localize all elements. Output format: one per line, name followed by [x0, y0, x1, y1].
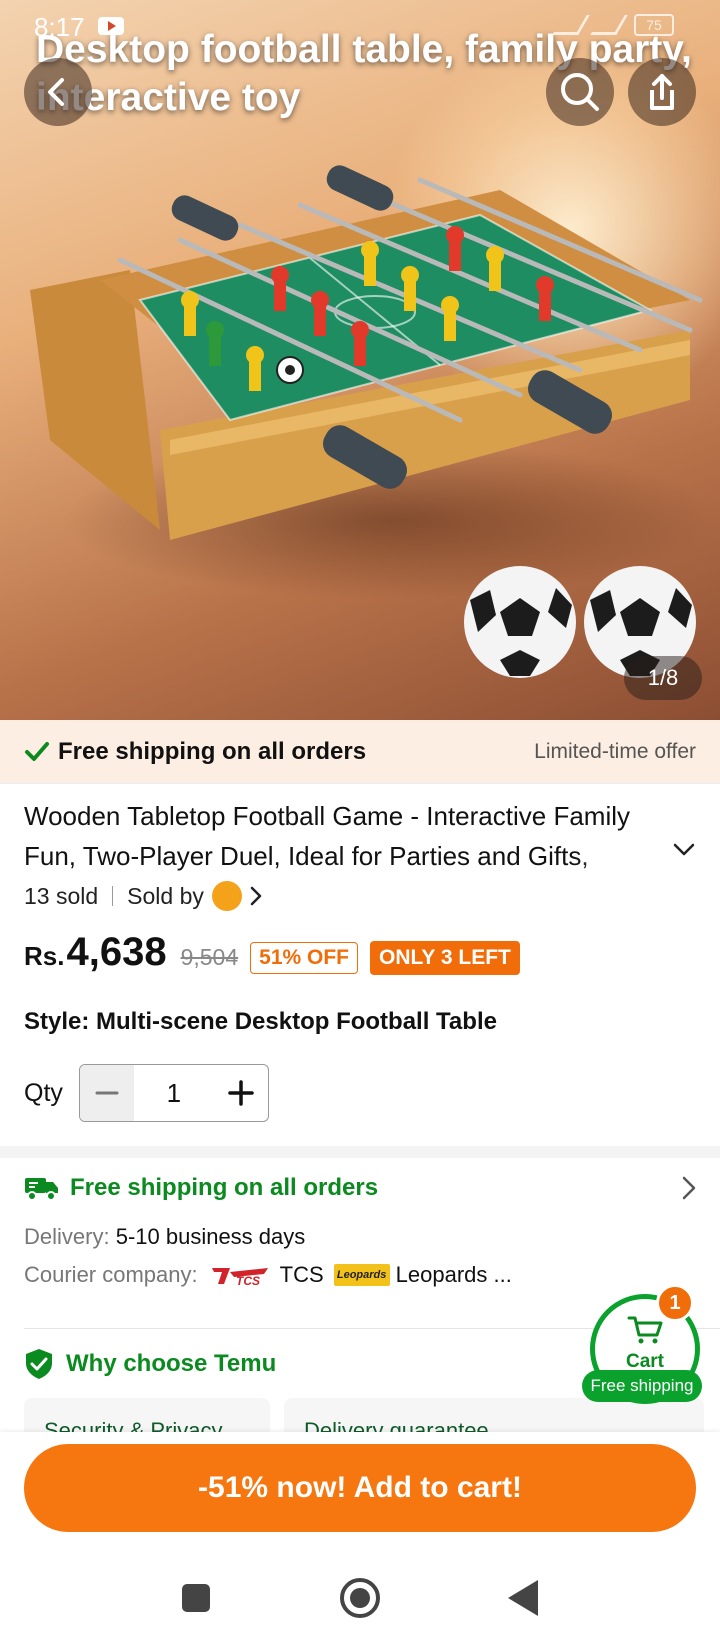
- shipping-title: Free shipping on all orders: [70, 1174, 379, 1201]
- delivery-label: Delivery:: [24, 1224, 110, 1249]
- chevron-left-icon: [48, 78, 64, 106]
- shield-check-icon: [26, 1349, 52, 1379]
- sold-count: 13 sold: [24, 882, 99, 909]
- price-row: Rs. 4,638 9,504 51% OFF ONLY 3 LEFT: [24, 930, 520, 986]
- search-icon: [561, 73, 599, 111]
- image-counter: 1/8: [624, 656, 702, 700]
- current-price: 4,638: [66, 930, 167, 974]
- courier-leopards: Leopards ...: [395, 1262, 512, 1287]
- system-nav-bar: [0, 1570, 720, 1650]
- limited-offer-label: Limited-time offer: [534, 740, 696, 763]
- signal-icon: [590, 15, 628, 35]
- promo-text: Free shipping on all orders: [58, 738, 367, 765]
- signal-icon: [552, 15, 590, 35]
- add-to-cart-button[interactable]: -51% now! Add to cart!: [24, 1444, 696, 1532]
- qty-increase-button[interactable]: [214, 1065, 268, 1121]
- currency: Rs.: [24, 941, 65, 971]
- recent-apps-icon[interactable]: [182, 1584, 210, 1612]
- why-choose-row[interactable]: Why choose Temu: [24, 1344, 276, 1384]
- status-time: 8:17: [34, 12, 85, 42]
- separator: [112, 886, 114, 906]
- leopards-logo-icon: Leopards: [333, 1264, 390, 1286]
- tcs-logo-icon: TCS: [211, 1268, 268, 1288]
- cart-count-badge: 1: [656, 1284, 694, 1322]
- bottom-action-panel: -51% now! Add to cart!: [0, 1432, 720, 1650]
- chevron-down-icon[interactable]: [672, 842, 696, 858]
- battery-icon: 75: [634, 14, 674, 36]
- back-button[interactable]: [24, 58, 92, 126]
- shipping-row[interactable]: Free shipping on all orders: [24, 1168, 696, 1208]
- sold-row: 13 sold Sold by: [24, 880, 262, 912]
- chevron-right-icon: [682, 1176, 696, 1200]
- youtube-notification-icon: [98, 17, 124, 35]
- delivery-truck-icon: [25, 1178, 58, 1201]
- search-button[interactable]: [546, 58, 614, 126]
- why-choose-title: Why choose Temu: [66, 1350, 277, 1377]
- qty-decrease-button[interactable]: [79, 1065, 134, 1121]
- promo-bar: Free shipping on all orders Limited-time…: [0, 720, 720, 784]
- status-bar: 8:17 75: [0, 0, 720, 56]
- product-title-block[interactable]: Wooden Tabletop Football Game - Interact…: [24, 796, 684, 880]
- discount-badge: 51% OFF: [250, 942, 358, 974]
- home-icon[interactable]: [340, 1578, 380, 1618]
- seller-logo[interactable]: [211, 881, 242, 911]
- sold-by-label: Sold by: [127, 882, 204, 909]
- checkmark-icon: [25, 742, 49, 761]
- chevron-right-icon[interactable]: [250, 886, 262, 906]
- delivery-time: Delivery: 5-10 business days: [24, 1224, 305, 1250]
- share-button[interactable]: [628, 58, 696, 126]
- quantity-stepper: 1: [78, 1064, 269, 1122]
- quantity-row: Qty 1: [24, 1064, 269, 1122]
- minus-icon: [95, 1091, 119, 1095]
- courier-row: Courier company: TCS TCS Leopards Leopar…: [24, 1262, 512, 1288]
- stock-badge: ONLY 3 LEFT: [370, 941, 520, 975]
- courier-tcs: TCS: [279, 1262, 324, 1287]
- share-icon: [650, 74, 674, 110]
- product-image-gallery[interactable]: 8:17 75 Desktop football table, family p…: [0, 0, 720, 720]
- courier-label: Courier company:: [24, 1262, 198, 1287]
- style-selector[interactable]: Style: Multi-scene Desktop Football Tabl…: [24, 1008, 497, 1036]
- title-fade: [574, 836, 684, 880]
- qty-label: Qty: [24, 1078, 63, 1107]
- qty-value[interactable]: 1: [134, 1065, 214, 1121]
- back-triangle-icon[interactable]: [508, 1580, 538, 1616]
- cart-icon: [627, 1316, 663, 1344]
- original-price: 9,504: [180, 944, 239, 970]
- section-divider: [0, 1146, 720, 1158]
- free-shipping-pill: Free shipping: [582, 1370, 702, 1402]
- status-indicators: 75: [552, 14, 674, 36]
- delivery-value: 5-10 business days: [115, 1224, 306, 1249]
- plus-icon: [228, 1080, 254, 1106]
- svg-text:TCS: TCS: [236, 1274, 260, 1288]
